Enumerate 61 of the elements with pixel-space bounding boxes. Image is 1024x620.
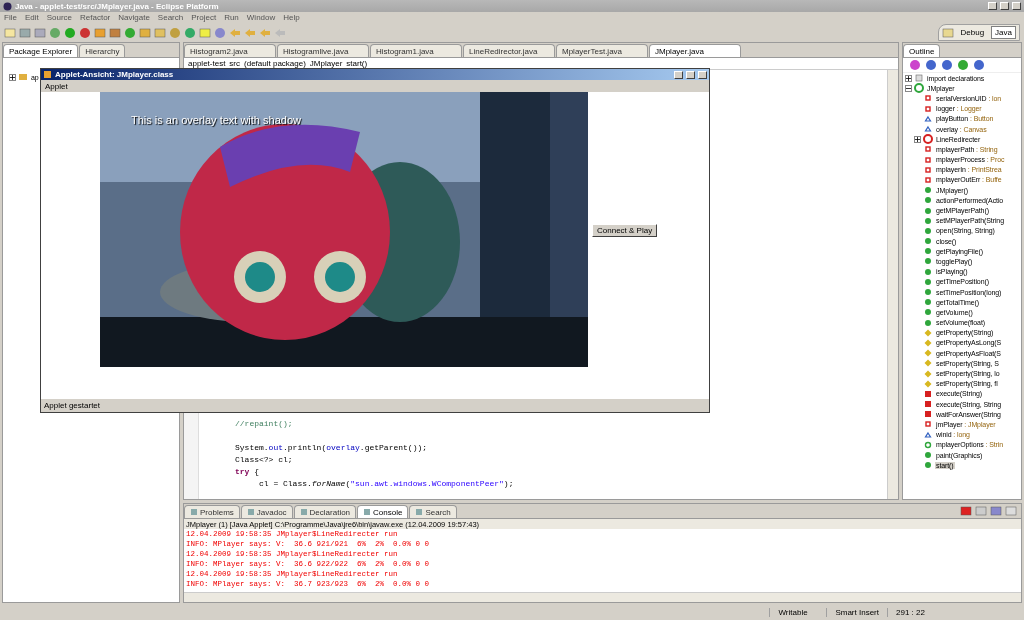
breadcrumb-item[interactable]: applet-test (188, 59, 226, 68)
menu-item[interactable]: Applet (45, 81, 68, 91)
breadcrumb-item[interactable]: JMplayer (309, 59, 343, 68)
window-title: Applet-Ansicht: JMplayer.class (55, 70, 175, 79)
close-button[interactable] (698, 70, 707, 79)
editor-tab[interactable]: Histogram1.java (370, 44, 462, 57)
close-button[interactable] (1012, 2, 1021, 10)
menu-item[interactable]: Help (283, 13, 300, 22)
editor-tab[interactable]: JMplayer.java (649, 44, 741, 57)
maximize-button[interactable] (1000, 2, 1009, 10)
menu-item[interactable]: File (4, 13, 17, 22)
menu-item[interactable]: Refactor (80, 13, 111, 22)
code-line: Class<?> cl; (235, 453, 294, 465)
status-field: 291 : 22 (887, 608, 944, 617)
applet-status: Applet gestartet (43, 400, 102, 412)
view-tab[interactable]: Javadoc (240, 505, 293, 518)
status-field: Smart Insert (826, 608, 887, 617)
view-tab[interactable]: Console (357, 505, 409, 518)
expand-toggle[interactable] (9, 73, 16, 81)
view-tab[interactable]: Package Explorer (3, 44, 79, 57)
editor-tab[interactable]: LineRedirector.java (463, 44, 555, 57)
eclipse-icon (3, 1, 12, 11)
menu-item[interactable]: Navigate (118, 13, 150, 22)
view-tab[interactable]: Outline (903, 44, 941, 57)
perspective-button[interactable]: Java (991, 26, 1016, 39)
editor-tab[interactable]: MplayerTest.java (556, 44, 648, 57)
overlay-text: This is an overlay text with shadow (131, 114, 301, 126)
expand-toggle[interactable] (905, 74, 912, 82)
minimize-button[interactable] (674, 70, 683, 79)
back-icon[interactable] (259, 26, 271, 39)
expand-toggle[interactable] (914, 135, 921, 143)
window-title: Java - applet-test/src/JMplayer.java - Eclipse Platform (15, 1, 220, 11)
status-field: Writable (769, 608, 827, 617)
view-tab[interactable]: Search (409, 505, 457, 518)
menu-item[interactable]: Edit (24, 13, 39, 22)
menu-item[interactable]: Run (224, 13, 239, 22)
view-tab[interactable]: Hierarchy (79, 44, 126, 57)
view-tab[interactable]: Problems (184, 505, 240, 518)
terminate-icon[interactable] (960, 505, 972, 517)
minimize-button[interactable] (988, 2, 997, 10)
editor-tab[interactable]: Histogramlive.java (277, 44, 369, 57)
code-line: cl = Class.forName("sun.awt.windows.WComponentPeer"); (259, 477, 515, 489)
perspective-button[interactable]: Debug (956, 26, 989, 39)
scrollbar[interactable] (184, 592, 1021, 602)
connect-play-button[interactable]: Connect & Play (592, 224, 658, 237)
project-icon (18, 72, 28, 83)
menu-item[interactable]: Search (157, 13, 184, 22)
expand-toggle[interactable] (905, 84, 912, 92)
view-tab[interactable]: Declaration (293, 505, 357, 518)
menu-item[interactable]: Project (191, 13, 217, 22)
scrollbar[interactable] (887, 70, 898, 499)
code-line: System.out.println(overlay.getParent()); (235, 441, 429, 453)
editor-tab[interactable]: Histogram2.java (184, 44, 276, 57)
maximize-button[interactable] (686, 70, 695, 79)
breadcrumb-item[interactable]: src (229, 59, 241, 68)
code-line: try { (235, 465, 260, 477)
breadcrumb-item[interactable]: (default package) (244, 59, 306, 68)
menu-item[interactable]: Window (246, 13, 276, 22)
menu-item[interactable]: Source (46, 13, 73, 22)
code-line: //repaint(); (235, 417, 294, 429)
breadcrumb-item[interactable]: start() (346, 59, 368, 68)
